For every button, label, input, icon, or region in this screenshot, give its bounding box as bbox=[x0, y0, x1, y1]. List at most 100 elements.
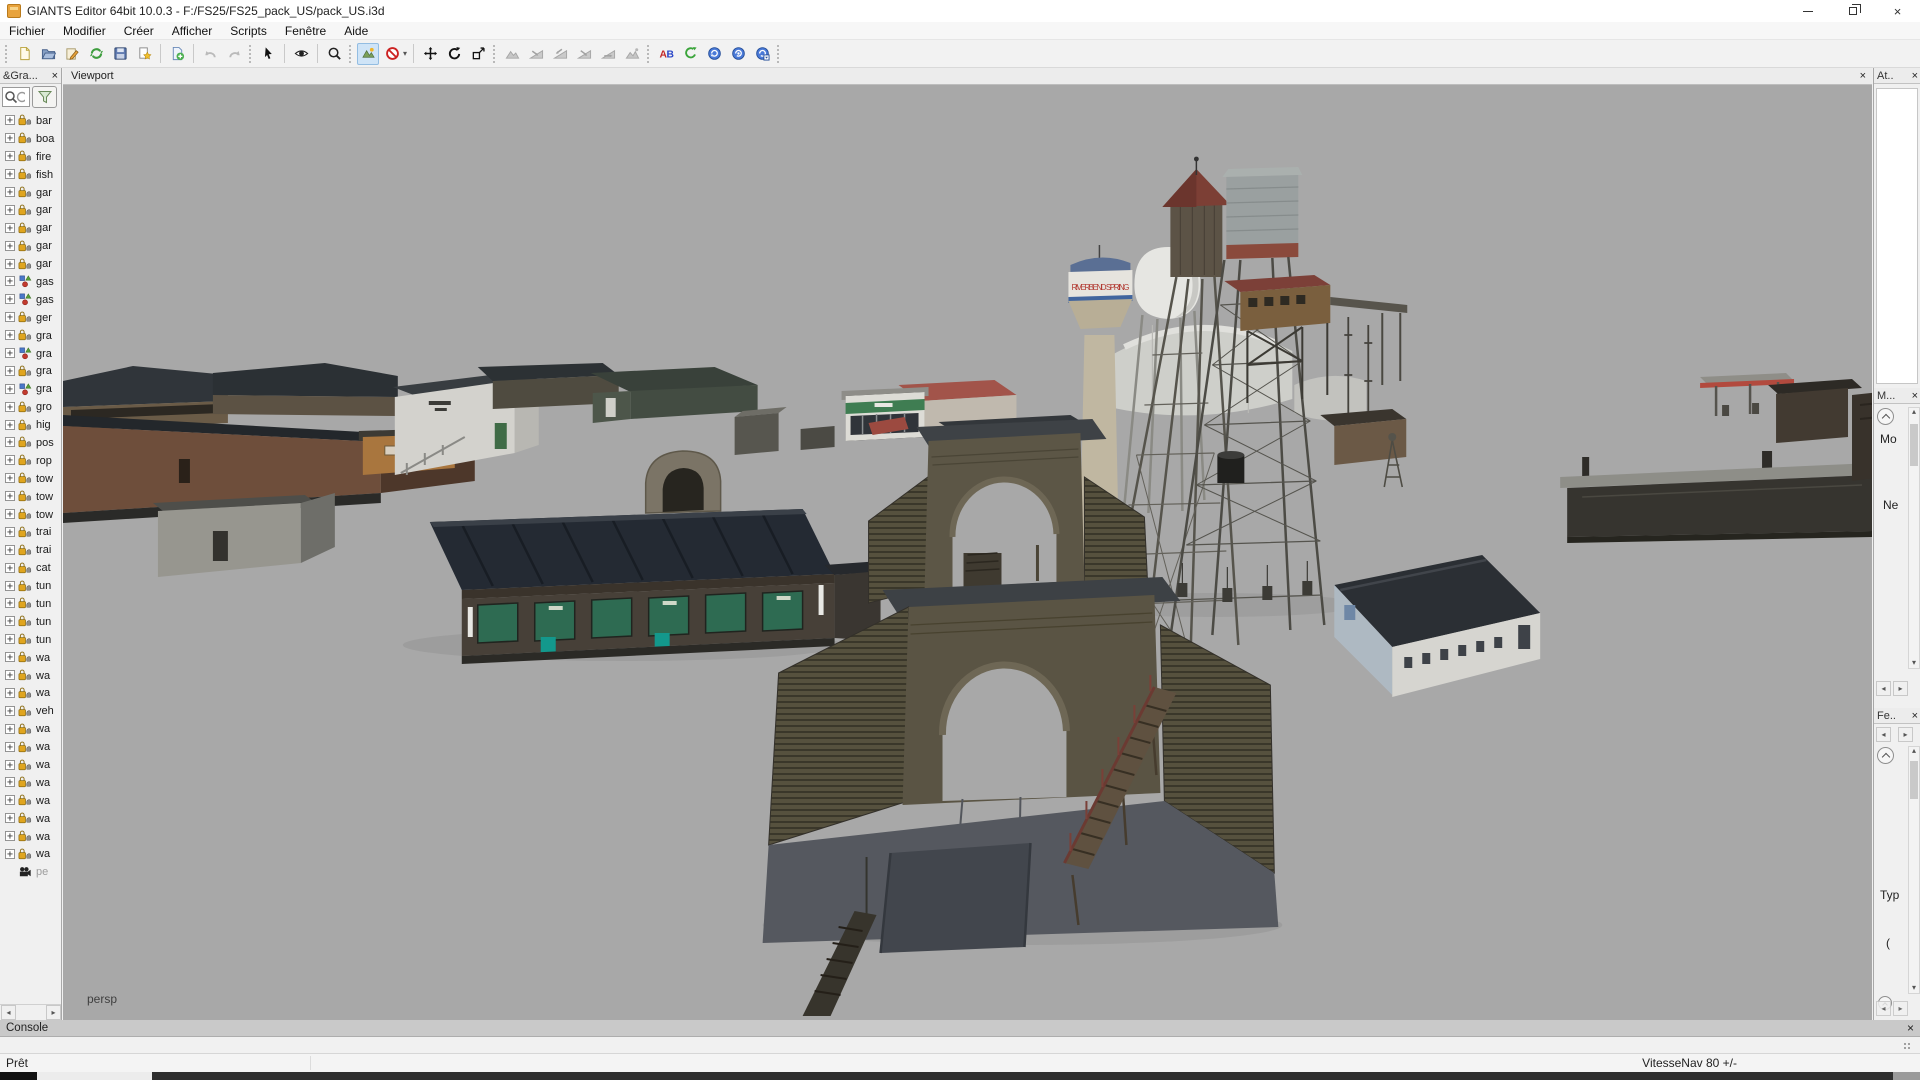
expander-toggle[interactable] bbox=[5, 330, 16, 341]
viewport-tab[interactable]: Viewport bbox=[63, 70, 114, 82]
expander-toggle[interactable] bbox=[5, 795, 16, 806]
scenegraph-item[interactable]: gas bbox=[0, 291, 62, 309]
attributes-close-button[interactable]: × bbox=[1912, 69, 1918, 83]
scenegraph-item[interactable]: rop bbox=[0, 452, 62, 470]
restore-button[interactable] bbox=[1830, 0, 1875, 22]
expander-toggle[interactable] bbox=[5, 205, 16, 216]
expander-toggle[interactable] bbox=[5, 133, 16, 144]
scenegraph-item[interactable]: wa bbox=[0, 846, 62, 864]
scroll-up-arrow[interactable]: ▴ bbox=[1909, 408, 1919, 416]
text-tool-icon[interactable]: AB bbox=[655, 43, 677, 65]
expander-toggle[interactable] bbox=[5, 366, 16, 377]
scenegraph-item[interactable]: ger bbox=[0, 309, 62, 327]
camera-pan-icon[interactable] bbox=[727, 43, 749, 65]
scenegraph-item[interactable]: wa bbox=[0, 738, 62, 756]
rotate-tool-icon[interactable] bbox=[443, 43, 465, 65]
scenegraph-item[interactable]: boa bbox=[0, 130, 62, 148]
expander-toggle[interactable] bbox=[5, 241, 16, 252]
scenegraph-item[interactable]: gra bbox=[0, 362, 62, 380]
collapse-up-button[interactable] bbox=[1877, 408, 1894, 425]
expander-toggle[interactable] bbox=[5, 473, 16, 484]
scenegraph-hscrollbar[interactable]: ◂ ▸ bbox=[0, 1004, 62, 1020]
expander-toggle[interactable] bbox=[5, 598, 16, 609]
visibility-tool-icon[interactable] bbox=[290, 43, 312, 65]
expander-toggle[interactable] bbox=[5, 437, 16, 448]
scroll-down-arrow[interactable]: ▾ bbox=[1909, 659, 1919, 667]
select-tool-icon[interactable] bbox=[257, 43, 279, 65]
bottom-panel-close-button[interactable]: × bbox=[1912, 709, 1918, 723]
scenegraph-item[interactable]: trai bbox=[0, 523, 62, 541]
scenegraph-item[interactable]: wa bbox=[0, 685, 62, 703]
scale-tool-icon[interactable] bbox=[467, 43, 489, 65]
import-icon[interactable] bbox=[133, 43, 155, 65]
camera-orbit-icon[interactable] bbox=[703, 43, 725, 65]
menu-item-aide[interactable]: Aide bbox=[335, 22, 377, 40]
expander-toggle[interactable] bbox=[5, 491, 16, 502]
scenegraph-search-input[interactable] bbox=[2, 87, 30, 107]
expander-toggle[interactable] bbox=[5, 420, 16, 431]
scenegraph-item[interactable]: gar bbox=[0, 184, 62, 202]
scenegraph-close-button[interactable]: × bbox=[52, 69, 58, 83]
materials-close-button[interactable]: × bbox=[1912, 389, 1918, 403]
scenegraph-item[interactable]: fire bbox=[0, 148, 62, 166]
scenegraph-item[interactable]: wa bbox=[0, 810, 62, 828]
scenegraph-item[interactable]: gra bbox=[0, 345, 62, 363]
menu-item-crer[interactable]: Créer bbox=[115, 22, 163, 40]
scenegraph-item[interactable]: tun bbox=[0, 577, 62, 595]
page-left-button[interactable]: ◂ bbox=[1876, 727, 1891, 742]
dropdown-caret-icon[interactable]: ▾ bbox=[403, 49, 407, 58]
menu-item-afficher[interactable]: Afficher bbox=[163, 22, 221, 40]
snap-disabled-icon[interactable] bbox=[381, 43, 403, 65]
hscroll-right-button-2[interactable]: ▸ bbox=[1893, 1001, 1908, 1016]
expander-toggle[interactable] bbox=[5, 509, 16, 520]
menu-item-fentre[interactable]: Fenêtre bbox=[276, 22, 335, 40]
scenegraph-item[interactable]: wa bbox=[0, 649, 62, 667]
scenegraph-item[interactable]: tun bbox=[0, 613, 62, 631]
expander-toggle[interactable] bbox=[5, 169, 16, 180]
zoom-tool-icon[interactable] bbox=[323, 43, 345, 65]
expander-toggle[interactable] bbox=[5, 259, 16, 270]
scenegraph-item[interactable]: gar bbox=[0, 219, 62, 237]
scenegraph-item[interactable]: tow bbox=[0, 488, 62, 506]
open-file-icon[interactable] bbox=[37, 43, 59, 65]
scenegraph-item[interactable]: gra bbox=[0, 380, 62, 398]
scroll-down-arrow-2[interactable]: ▾ bbox=[1909, 984, 1919, 992]
expander-toggle[interactable] bbox=[5, 670, 16, 681]
scenegraph-item[interactable]: trai bbox=[0, 541, 62, 559]
scenegraph-item[interactable]: gro bbox=[0, 398, 62, 416]
expander-toggle[interactable] bbox=[5, 777, 16, 788]
expander-toggle[interactable] bbox=[5, 760, 16, 771]
filter-button[interactable] bbox=[32, 86, 57, 108]
expander-toggle[interactable] bbox=[5, 455, 16, 466]
scenegraph-item[interactable]: tun bbox=[0, 631, 62, 649]
expander-toggle[interactable] bbox=[5, 706, 16, 717]
scenegraph-item[interactable]: wa bbox=[0, 828, 62, 846]
scroll-left-button[interactable]: ◂ bbox=[1, 1005, 16, 1020]
expander-toggle[interactable] bbox=[5, 724, 16, 735]
scenegraph-item[interactable]: gas bbox=[0, 273, 62, 291]
scenegraph-item[interactable]: pe bbox=[0, 863, 62, 881]
minimize-button[interactable] bbox=[1785, 0, 1830, 22]
scenegraph-item[interactable]: wa bbox=[0, 756, 62, 774]
expander-toggle[interactable] bbox=[5, 634, 16, 645]
expander-toggle[interactable] bbox=[5, 384, 16, 395]
hscroll-left-button[interactable]: ◂ bbox=[1876, 681, 1891, 696]
expander-toggle[interactable] bbox=[5, 831, 16, 842]
scenegraph-item[interactable]: gar bbox=[0, 201, 62, 219]
expander-toggle[interactable] bbox=[5, 545, 16, 556]
expander-toggle[interactable] bbox=[5, 813, 16, 824]
materials-vscrollbar[interactable]: ▴ ▾ bbox=[1908, 407, 1920, 669]
translate-tool-icon[interactable] bbox=[419, 43, 441, 65]
bottom-vscrollbar[interactable]: ▴ ▾ bbox=[1908, 746, 1920, 994]
refresh-scripts-icon[interactable] bbox=[679, 43, 701, 65]
terrain-mode-icon[interactable] bbox=[357, 43, 379, 65]
expander-toggle[interactable] bbox=[5, 151, 16, 162]
expander-toggle[interactable] bbox=[5, 223, 16, 234]
scenegraph-item[interactable]: pos bbox=[0, 434, 62, 452]
edit-scene-icon[interactable] bbox=[61, 43, 83, 65]
expander-toggle[interactable] bbox=[5, 115, 16, 126]
scroll-thumb[interactable] bbox=[1910, 424, 1918, 466]
viewport-3d-scene[interactable]: RIVERBEND SPRING bbox=[63, 85, 1872, 1020]
collapse-up-button-2[interactable] bbox=[1877, 747, 1894, 764]
expander-toggle[interactable] bbox=[5, 849, 16, 860]
